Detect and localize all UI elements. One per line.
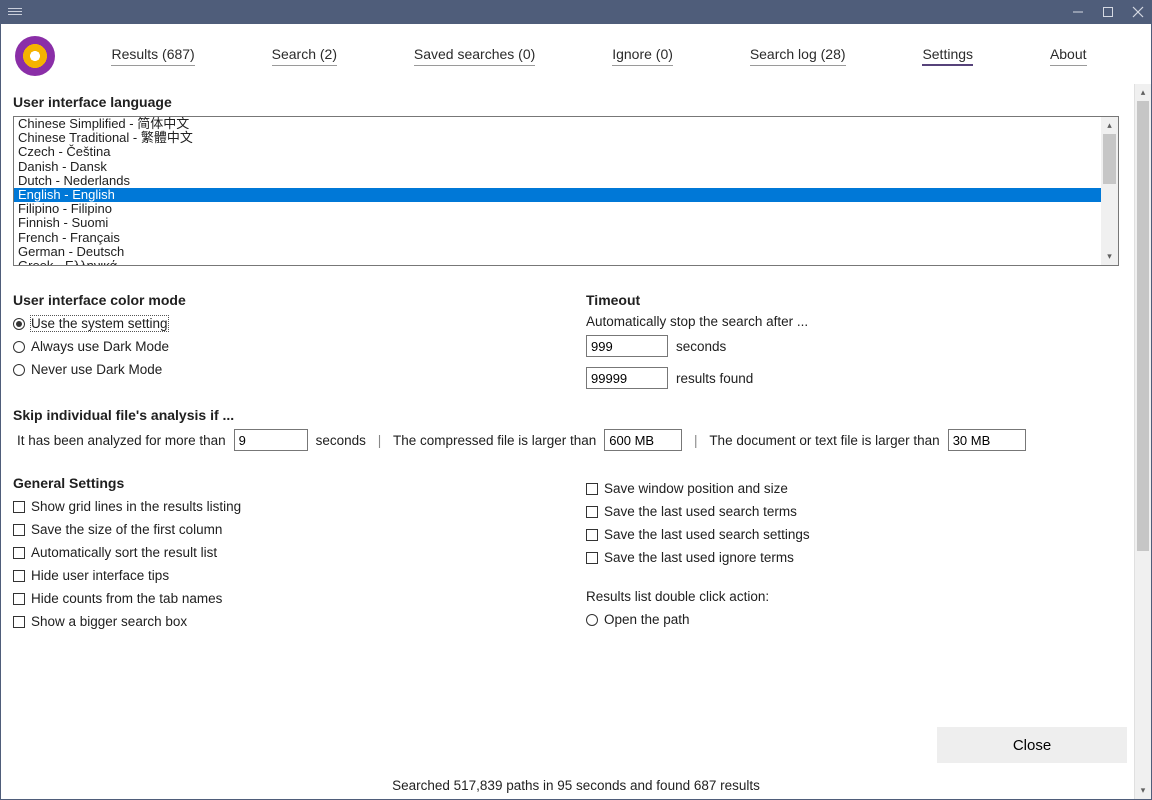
- general-option[interactable]: Save window position and size: [586, 481, 1119, 496]
- tab-ignore[interactable]: Ignore (0): [612, 46, 673, 66]
- tab-strip: Results (687) Search (2) Saved searches …: [1, 24, 1151, 84]
- scroll-thumb[interactable]: [1103, 134, 1116, 184]
- general-settings-header: General Settings: [13, 475, 546, 491]
- checkbox-label: Save the last used search terms: [604, 504, 797, 519]
- radio-label: Never use Dark Mode: [31, 362, 162, 377]
- color-mode-header: User interface color mode: [13, 292, 546, 308]
- language-option[interactable]: Greek - Ελληνικά: [14, 259, 1118, 266]
- timeout-seconds-input[interactable]: [586, 335, 668, 357]
- general-option[interactable]: Automatically sort the result list: [13, 545, 546, 560]
- tab-results[interactable]: Results (687): [111, 46, 194, 66]
- tab-about[interactable]: About: [1050, 46, 1087, 66]
- tab-search-log[interactable]: Search log (28): [750, 46, 846, 66]
- general-option[interactable]: Show grid lines in the results listing: [13, 499, 546, 514]
- timeout-results-input[interactable]: [586, 367, 668, 389]
- color-mode-light[interactable]: Never use Dark Mode: [13, 362, 546, 377]
- language-scrollbar[interactable]: ▴ ▾: [1101, 117, 1118, 265]
- hamburger-menu-icon[interactable]: [8, 8, 22, 15]
- skip-document-label: The document or text file is larger than: [709, 433, 939, 448]
- dblclick-header: Results list double click action:: [586, 589, 1119, 604]
- radio-label: Open the path: [604, 612, 690, 627]
- general-option[interactable]: Save the last used search settings: [586, 527, 1119, 542]
- checkbox-icon: [586, 506, 598, 518]
- scroll-up-icon[interactable]: ▴: [1135, 84, 1151, 101]
- checkbox-icon: [13, 547, 25, 559]
- checkbox-icon: [586, 529, 598, 541]
- checkbox-label: Save the last used search settings: [604, 527, 810, 542]
- scroll-thumb[interactable]: [1137, 101, 1149, 551]
- radio-label: Use the system setting: [31, 316, 168, 331]
- timeout-description: Automatically stop the search after ...: [586, 314, 1119, 329]
- color-mode-system[interactable]: Use the system setting: [13, 316, 546, 331]
- scroll-down-icon[interactable]: ▾: [1101, 248, 1118, 265]
- language-option[interactable]: German - Deutsch: [14, 245, 1118, 259]
- general-option[interactable]: Show a bigger search box: [13, 614, 546, 629]
- skip-header: Skip individual file's analysis if ...: [13, 407, 1119, 423]
- checkbox-label: Show a bigger search box: [31, 614, 187, 629]
- tab-settings[interactable]: Settings: [922, 46, 973, 66]
- general-option[interactable]: Save the size of the first column: [13, 522, 546, 537]
- checkbox-label: Hide user interface tips: [31, 568, 169, 583]
- tab-search[interactable]: Search (2): [272, 46, 337, 66]
- checkbox-icon: [13, 501, 25, 513]
- separator: |: [690, 433, 701, 448]
- skip-document-input[interactable]: [948, 429, 1026, 451]
- language-option[interactable]: Czech - Čeština: [14, 145, 1118, 159]
- language-option[interactable]: Danish - Dansk: [14, 160, 1118, 174]
- skip-analyzed-label: It has been analyzed for more than: [17, 433, 226, 448]
- general-option[interactable]: Hide counts from the tab names: [13, 591, 546, 606]
- checkbox-label: Save window position and size: [604, 481, 788, 496]
- language-option[interactable]: Finnish - Suomi: [14, 216, 1118, 230]
- radio-label: Always use Dark Mode: [31, 339, 169, 354]
- language-option[interactable]: Chinese Simplified - 简体中文: [14, 117, 1118, 131]
- general-option[interactable]: Save the last used ignore terms: [586, 550, 1119, 565]
- close-icon[interactable]: [1132, 6, 1144, 18]
- general-option[interactable]: Hide user interface tips: [13, 568, 546, 583]
- minimize-icon[interactable]: [1072, 6, 1084, 18]
- language-option[interactable]: Filipino - Filipino: [14, 202, 1118, 216]
- checkbox-label: Show grid lines in the results listing: [31, 499, 241, 514]
- timeout-results-label: results found: [676, 371, 1119, 386]
- app-logo-icon: [15, 36, 55, 76]
- status-bar: Searched 517,839 paths in 95 seconds and…: [1, 778, 1151, 793]
- dblclick-open-path[interactable]: Open the path: [586, 612, 1119, 627]
- timeout-header: Timeout: [586, 292, 1119, 308]
- titlebar: [0, 0, 1152, 23]
- radio-icon: [13, 364, 25, 376]
- language-section-header: User interface language: [13, 94, 1119, 110]
- skip-analyzed-input[interactable]: [234, 429, 308, 451]
- radio-icon: [586, 614, 598, 626]
- radio-icon: [13, 341, 25, 353]
- checkbox-icon: [586, 552, 598, 564]
- maximize-icon[interactable]: [1102, 6, 1114, 18]
- checkbox-icon: [13, 524, 25, 536]
- language-option[interactable]: French - Français: [14, 231, 1118, 245]
- checkbox-icon: [13, 593, 25, 605]
- checkbox-icon: [13, 570, 25, 582]
- checkbox-label: Save the last used ignore terms: [604, 550, 794, 565]
- checkbox-icon: [13, 616, 25, 628]
- checkbox-label: Hide counts from the tab names: [31, 591, 222, 606]
- checkbox-label: Save the size of the first column: [31, 522, 222, 537]
- general-option[interactable]: Save the last used search terms: [586, 504, 1119, 519]
- language-option[interactable]: English - English: [14, 188, 1118, 202]
- skip-compressed-input[interactable]: [604, 429, 682, 451]
- skip-compressed-label: The compressed file is larger than: [393, 433, 596, 448]
- checkbox-icon: [586, 483, 598, 495]
- language-listbox[interactable]: Chinese Simplified - 简体中文Chinese Traditi…: [13, 116, 1119, 266]
- skip-analyzed-suffix: seconds: [316, 433, 366, 448]
- page-scrollbar[interactable]: ▴ ▾: [1134, 84, 1151, 799]
- color-mode-dark[interactable]: Always use Dark Mode: [13, 339, 546, 354]
- language-option[interactable]: Chinese Traditional - 繁體中文: [14, 131, 1118, 145]
- scroll-up-icon[interactable]: ▴: [1101, 117, 1118, 134]
- separator: |: [374, 433, 385, 448]
- checkbox-label: Automatically sort the result list: [31, 545, 217, 560]
- language-option[interactable]: Dutch - Nederlands: [14, 174, 1118, 188]
- radio-icon: [13, 318, 25, 330]
- timeout-seconds-label: seconds: [676, 339, 1119, 354]
- tab-saved-searches[interactable]: Saved searches (0): [414, 46, 535, 66]
- close-button[interactable]: Close: [937, 727, 1127, 763]
